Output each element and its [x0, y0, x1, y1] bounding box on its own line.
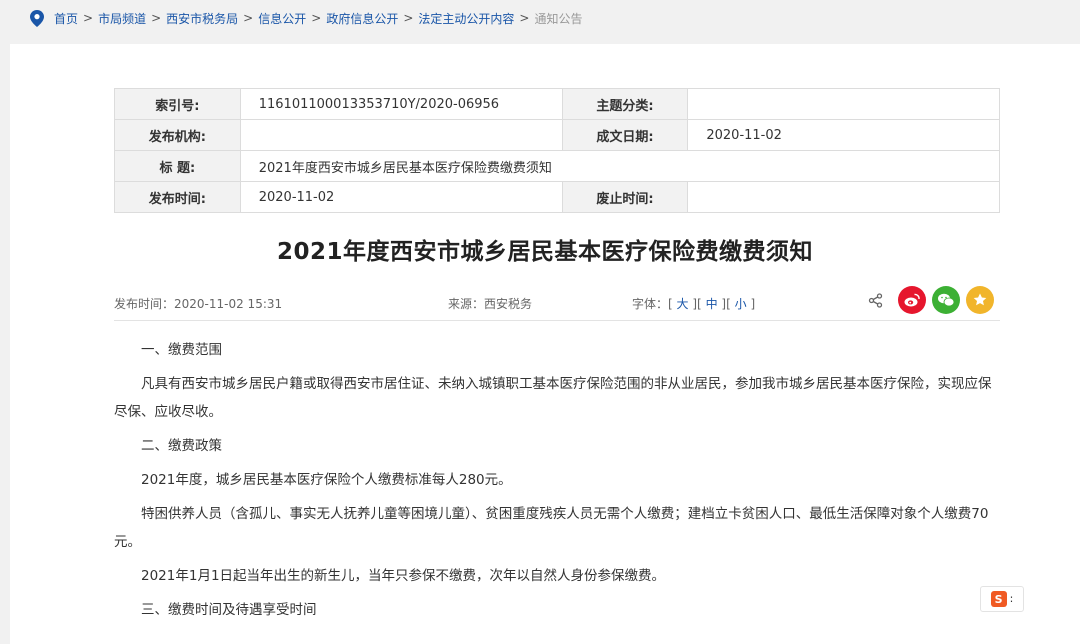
source-value: 西安税务: [484, 297, 533, 311]
title-label: 标 题:: [114, 150, 241, 182]
source-label: 来源：: [448, 297, 485, 311]
paragraph: 2021年度，城乡居民基本医疗保险个人缴费标准每人280元。: [141, 472, 512, 488]
location-pin-icon: [28, 9, 46, 27]
breadcrumb-city-channel[interactable]: 市局频道: [98, 10, 146, 27]
metadata-table: 索引号: 116101100013353710Y/2020-06956 主题分类…: [114, 88, 1001, 213]
article-source: 来源：西安税务: [448, 295, 532, 312]
font-bracket-open: [: [668, 297, 673, 311]
breadcrumb-current: 通知公告: [534, 11, 583, 26]
content-panel: 索引号: 116101100013353710Y/2020-06956 主题分类…: [10, 44, 1080, 644]
font-size-label: 字体：: [632, 297, 669, 311]
breadcrumb-separator: >: [151, 11, 162, 25]
section-heading: 三、缴费时间及待遇享受时间: [141, 602, 317, 618]
font-bracket-sep: ][: [721, 297, 731, 311]
published-label: 发布时间:: [114, 181, 241, 213]
paragraph: 特困供养人员（含孤儿、事实无人抚养儿童等困境儿童）、贫困重度残疾人员无需个人缴费…: [114, 506, 989, 550]
article-body: 一、缴费范围 凡具有西安市城乡居民户籍或取得西安市居住证、未纳入城镇职工基本医疗…: [114, 336, 994, 630]
sogou-ime-icon[interactable]: S: [990, 591, 1007, 607]
created-date-label: 成文日期:: [561, 119, 689, 151]
article-title: 2021年度西安市城乡居民基本医疗保险费缴费须知: [276, 239, 813, 265]
breadcrumb-separator: >: [83, 11, 94, 25]
created-date-value: 2020-11-02: [687, 119, 1000, 151]
expire-label: 废止时间:: [561, 181, 689, 213]
wechat-icon[interactable]: [932, 286, 960, 314]
section-heading: 二、缴费政策: [141, 438, 222, 454]
title-value: 2021年度西安市城乡居民基本医疗保险费缴费须知: [239, 150, 1001, 182]
font-small-link[interactable]: 小: [735, 297, 747, 311]
index-label: 索引号:: [114, 88, 241, 120]
breadcrumb-xian-tax-bureau[interactable]: 西安市税务局: [166, 10, 238, 27]
metadata-row: 发布机构: 成文日期: 2020-11-02: [114, 119, 1000, 151]
publish-time: 发布时间：2020-11-02 15:31: [114, 297, 283, 311]
share-toolbar: [866, 286, 994, 314]
breadcrumb-separator: >: [311, 11, 322, 25]
share-icon[interactable]: [866, 291, 884, 309]
metadata-row: 标 题: 2021年度西安市城乡居民基本医疗保险费缴费须知: [114, 150, 1001, 182]
metadata-row: 发布时间: 2020-11-02 废止时间:: [114, 181, 1000, 213]
expire-value: [687, 181, 1000, 213]
topic-value: [687, 88, 1000, 120]
font-large-link[interactable]: 大: [677, 297, 689, 311]
topic-label: 主题分类:: [561, 88, 689, 120]
ime-menu-icon[interactable]: :: [1010, 593, 1014, 604]
section-heading: 一、缴费范围: [141, 342, 222, 358]
ime-toolbar[interactable]: S :: [980, 586, 1024, 612]
agency-value: [239, 119, 563, 151]
font-size-control: 字体：[ 大 ][ 中 ][ 小 ]: [632, 295, 755, 312]
published-value: 2020-11-02: [239, 181, 563, 213]
metadata-row: 索引号: 116101100013353710Y/2020-06956 主题分类…: [114, 88, 1000, 120]
weibo-icon[interactable]: [898, 286, 926, 314]
breadcrumb-gov-info-disclosure[interactable]: 政府信息公开: [326, 10, 398, 27]
index-value: 116101100013353710Y/2020-06956: [239, 88, 563, 120]
breadcrumb-separator: >: [519, 11, 530, 25]
font-bracket-sep: ][: [692, 297, 702, 311]
breadcrumb-home[interactable]: 首页: [54, 10, 78, 27]
breadcrumb-statutory-content[interactable]: 法定主动公开内容: [418, 10, 514, 27]
font-bracket-close: ]: [750, 297, 756, 311]
breadcrumb-separator: >: [243, 11, 254, 25]
agency-label: 发布机构:: [114, 119, 241, 151]
paragraph: 2021年1月1日起当年出生的新生儿，当年只参保不缴费，次年以自然人身份参保缴费…: [141, 568, 666, 584]
font-medium-link[interactable]: 中: [706, 297, 718, 311]
paragraph: 凡具有西安市城乡居民户籍或取得西安市居住证、未纳入城镇职工基本医疗保险范围的非从…: [114, 376, 992, 420]
breadcrumb-separator: >: [403, 11, 414, 25]
favorite-icon[interactable]: [966, 286, 994, 314]
breadcrumb: 首页 > 市局频道 > 西安市税务局 > 信息公开 > 政府信息公开 > 法定主…: [28, 9, 582, 27]
breadcrumb-info-disclosure[interactable]: 信息公开: [258, 10, 306, 27]
article-info-bar: 发布时间：2020-11-02 15:31 来源：西安税务 字体：[ 大 ][ …: [114, 282, 1000, 321]
